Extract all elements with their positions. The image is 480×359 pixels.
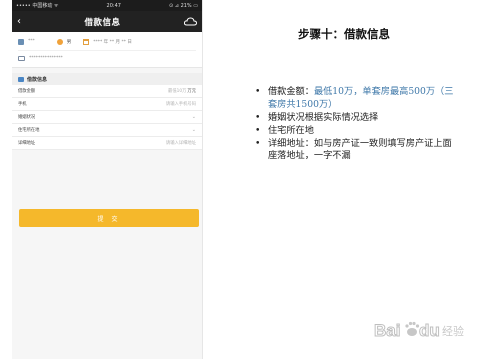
battery-indicator: ⊙ ⊿ 21% ▭ bbox=[169, 2, 198, 9]
nav-bar: ‹ 借款信息 bbox=[12, 11, 202, 32]
phone-screenshot: ••••• 中国移动 ᯤ 20:47 ⊙ ⊿ 21% ▭ ‹ 借款信息 *** … bbox=[12, 0, 203, 359]
list-item: 借款金额：最低10万，单套房最高500万（三套房共1500万） bbox=[255, 86, 455, 111]
list-item: 住宅所在地 bbox=[255, 125, 455, 138]
status-bar: ••••• 中国移动 ᯤ 20:47 ⊙ ⊿ 21% ▭ bbox=[12, 0, 202, 11]
loan-amount-input[interactable]: 最低10万 bbox=[168, 88, 186, 94]
svg-text:Bai: Bai bbox=[374, 321, 400, 340]
cloud-icon[interactable] bbox=[183, 17, 197, 26]
carrier-label: ••••• 中国移动 ᯤ bbox=[16, 3, 59, 9]
phone-input[interactable]: 请输入手机号码 bbox=[166, 101, 196, 107]
loan-amount-field[interactable]: 借款金额 最低10万 万元 bbox=[12, 85, 202, 98]
profile-card: *** 男 **** 年 ** 月 ** 日 *************** bbox=[12, 32, 202, 68]
svg-text:du: du bbox=[419, 321, 440, 340]
residence-select[interactable]: 住宅所在地 ⌄ bbox=[12, 124, 202, 137]
page-title: 借款信息 bbox=[84, 17, 121, 28]
gender-value: 男 bbox=[66, 39, 72, 45]
list-item: 详细地址：如与房产证一致则填写房产证上面座落地址，一字不漏 bbox=[255, 138, 455, 163]
address-input[interactable]: 请输入详细地址 bbox=[166, 140, 196, 146]
id-card-icon bbox=[18, 55, 25, 61]
paw-icon bbox=[405, 321, 420, 336]
gender-icon bbox=[56, 38, 63, 45]
svg-text:经验: 经验 bbox=[442, 324, 464, 338]
birth-date: **** 年 ** 月 ** 日 bbox=[93, 39, 132, 45]
loan-form: 借款金额 最低10万 万元 手机 请输入手机号码 婚姻状况 ⌄ 住宅所在地 ⌄ … bbox=[12, 85, 202, 150]
field-label: 手机 bbox=[18, 102, 27, 107]
user-name: *** bbox=[28, 39, 35, 44]
address-field[interactable]: 详细地址 请输入详细地址 bbox=[12, 137, 202, 150]
field-label: 借款金额 bbox=[18, 89, 36, 94]
id-number: *************** bbox=[29, 55, 63, 61]
field-label: 住宅所在地 bbox=[18, 128, 40, 133]
section-header: 借款信息 bbox=[12, 73, 202, 85]
submit-button[interactable]: 提 交 bbox=[19, 209, 199, 227]
field-label: 详细地址 bbox=[18, 141, 36, 146]
list-item: 婚姻状况根据实际情况选择 bbox=[255, 112, 455, 125]
slide-heading: 步骤十：借款信息 bbox=[298, 27, 390, 41]
clock: 20:47 bbox=[106, 2, 121, 9]
section-title: 借款信息 bbox=[27, 76, 48, 83]
unit-label: 万元 bbox=[187, 89, 196, 94]
field-label: 婚姻状况 bbox=[18, 115, 36, 120]
bullet-text: 婚姻状况根据实际情况选择 bbox=[268, 111, 379, 123]
chevron-down-icon[interactable]: ⌄ bbox=[192, 114, 196, 120]
calendar-icon bbox=[83, 38, 90, 45]
chevron-down-icon[interactable]: ⌄ bbox=[192, 127, 196, 133]
bullet-text: 住宅所在地 bbox=[268, 124, 314, 136]
loan-icon bbox=[18, 76, 24, 82]
bullet-text: 详细地址：如与房产证一致则填写房产证上面座落地址，一字不漏 bbox=[268, 137, 452, 162]
instruction-list: 借款金额：最低10万，单套房最高500万（三套房共1500万） 婚姻状况根据实际… bbox=[255, 86, 455, 163]
bullet-text: 借款金额： bbox=[268, 86, 314, 97]
chevron-left-icon[interactable]: ‹ bbox=[17, 16, 21, 27]
phone-field[interactable]: 手机 请输入手机号码 bbox=[12, 98, 202, 111]
user-icon bbox=[18, 38, 24, 45]
baidu-watermark: Bai du 经验 bbox=[374, 321, 465, 341]
marital-status-select[interactable]: 婚姻状况 ⌄ bbox=[12, 111, 202, 124]
